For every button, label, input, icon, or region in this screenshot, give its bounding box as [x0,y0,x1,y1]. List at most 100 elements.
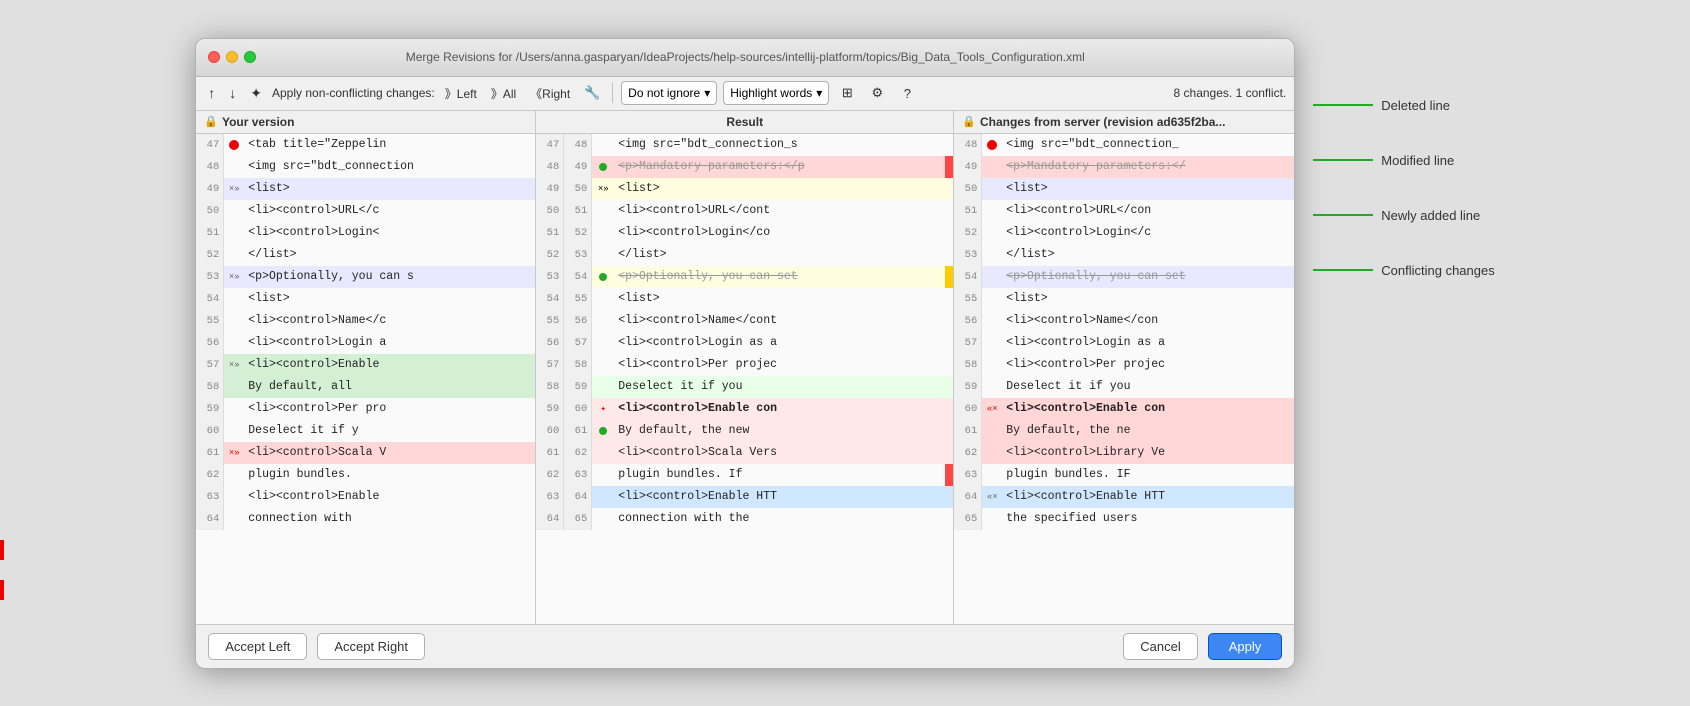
left-line-num: 57 [536,354,564,376]
legend-panel: Deleted line Modified line Newly added l… [1313,38,1494,278]
line-code: the specified users [1002,508,1294,530]
line-marker [982,332,1002,354]
highlight-dropdown[interactable]: Highlight words ▾ [723,81,829,105]
up-button[interactable]: ↑ [204,83,219,103]
settings-button[interactable]: ⚙ [865,81,889,105]
line-code: <li><control>Enable [244,354,535,376]
down-button[interactable]: ↓ [225,83,240,103]
table-row: 59 <li><control>Per pro [196,398,535,420]
center-code: plugin bundles. If [614,464,945,486]
table-row: 57 ×» <li><control>Enable [196,354,535,376]
table-row: 56 57 <li><control>Login as a [536,332,953,354]
table-row: 54 55 <list> [536,288,953,310]
right-indicator [945,178,953,200]
center-code: <li><control>Login as a [614,332,945,354]
changes-info: 8 changes. 1 conflict. [1174,86,1287,100]
error-dot [987,140,997,150]
right-indicator [945,156,953,178]
close-button[interactable] [208,51,220,63]
line-number: 55 [196,310,224,332]
right-indicator [945,332,953,354]
table-row: 57 58 <li><control>Per projec [536,354,953,376]
help-button[interactable]: ? [895,81,919,105]
apply-button[interactable]: Apply [1208,633,1283,660]
center-code: <li><control>URL</cont [614,200,945,222]
right-indicator [945,420,953,442]
right-line-num: 64 [564,486,592,508]
green-dot [599,163,607,171]
line-code: <li><control>Name</con [1002,310,1294,332]
legend-line-modified [1313,159,1373,161]
maximize-button[interactable] [244,51,256,63]
table-row: 61 62 <li><control>Scala Vers [536,442,953,464]
accept-right-button[interactable]: Accept Right [317,633,425,660]
line-marker [224,332,244,354]
line-marker [224,222,244,244]
line-marker [982,508,1002,530]
line-code: <li><control>Enable HTT [1002,486,1294,508]
line-number: 58 [954,354,982,376]
ignore-dropdown[interactable]: Do not ignore ▾ [621,81,717,105]
table-row: 52 53 </list> [536,244,953,266]
magic-button[interactable]: ✦ [246,83,266,104]
center-panel: 47 48 <img src="bdt_connection_s 48 49 <… [536,134,954,624]
cancel-button[interactable]: Cancel [1123,633,1197,660]
line-number: 54 [954,266,982,288]
line-number: 49 [954,156,982,178]
table-row: 62 plugin bundles. [196,464,535,486]
all-button[interactable]: 》All [487,83,520,104]
line-number: 50 [954,178,982,200]
line-marker [982,420,1002,442]
table-row: 62 63 plugin bundles. If [536,464,953,486]
right-indicator [945,398,953,420]
center-marker [592,464,614,486]
minimize-button[interactable] [226,51,238,63]
center-marker [592,508,614,530]
line-marker [224,310,244,332]
center-code: <p>Mandatory parameters:</p [614,156,945,178]
table-row: 64 65 connection with the [536,508,953,530]
table-row: 60 «× <li><control>Enable con [954,398,1294,420]
line-number: 53 [954,244,982,266]
line-marker: ×» [224,354,244,376]
wrench-button[interactable]: 🔧 [580,81,604,105]
line-number: 48 [954,134,982,156]
table-row: 48 <img src="bdt_connection_ [954,134,1294,156]
right-line-num: 56 [564,310,592,332]
line-number: 53 [196,266,224,288]
accept-left-button[interactable]: Accept Left [208,633,307,660]
left-line-num: 60 [536,420,564,442]
table-row: 58 <li><control>Per projec [954,354,1294,376]
right-indicator [945,464,953,486]
right-line-num: 57 [564,332,592,354]
left-line-num: 55 [536,310,564,332]
line-number: 64 [196,508,224,530]
highlight-label: Highlight words [730,86,812,100]
right-line-num: 59 [564,376,592,398]
right-indicator [945,508,953,530]
right-button[interactable]: 《Right [526,83,574,104]
line-number: 51 [196,222,224,244]
table-row: 50 51 <li><control>URL</cont [536,200,953,222]
line-marker [224,420,244,442]
table-row: 64 connection with [196,508,535,530]
line-number: 52 [954,222,982,244]
grid-button[interactable]: ⊞ [835,81,859,105]
table-row: 57 <li><control>Login as a [954,332,1294,354]
center-marker [592,420,614,442]
line-number: 52 [196,244,224,266]
legend-conflict-label: Conflicting changes [1381,263,1494,278]
table-row: 48 <img src="bdt_connection [196,156,535,178]
lock-icon-left: 🔒 [204,115,218,128]
table-row: 53 ×» <p>Optionally, you can s [196,266,535,288]
line-number: 47 [196,134,224,156]
left-button[interactable]: 》Left [441,83,481,104]
merge-dialog: Merge Revisions for /Users/anna.gasparya… [195,38,1295,669]
center-marker [592,442,614,464]
right-line-num: 51 [564,200,592,222]
highlight-chevron: ▾ [816,86,822,100]
legend-conflict: Conflicting changes [1313,263,1494,278]
line-marker [224,244,244,266]
line-code: <li><control>Per projec [1002,354,1294,376]
table-row: 52 <li><control>Login</c [954,222,1294,244]
